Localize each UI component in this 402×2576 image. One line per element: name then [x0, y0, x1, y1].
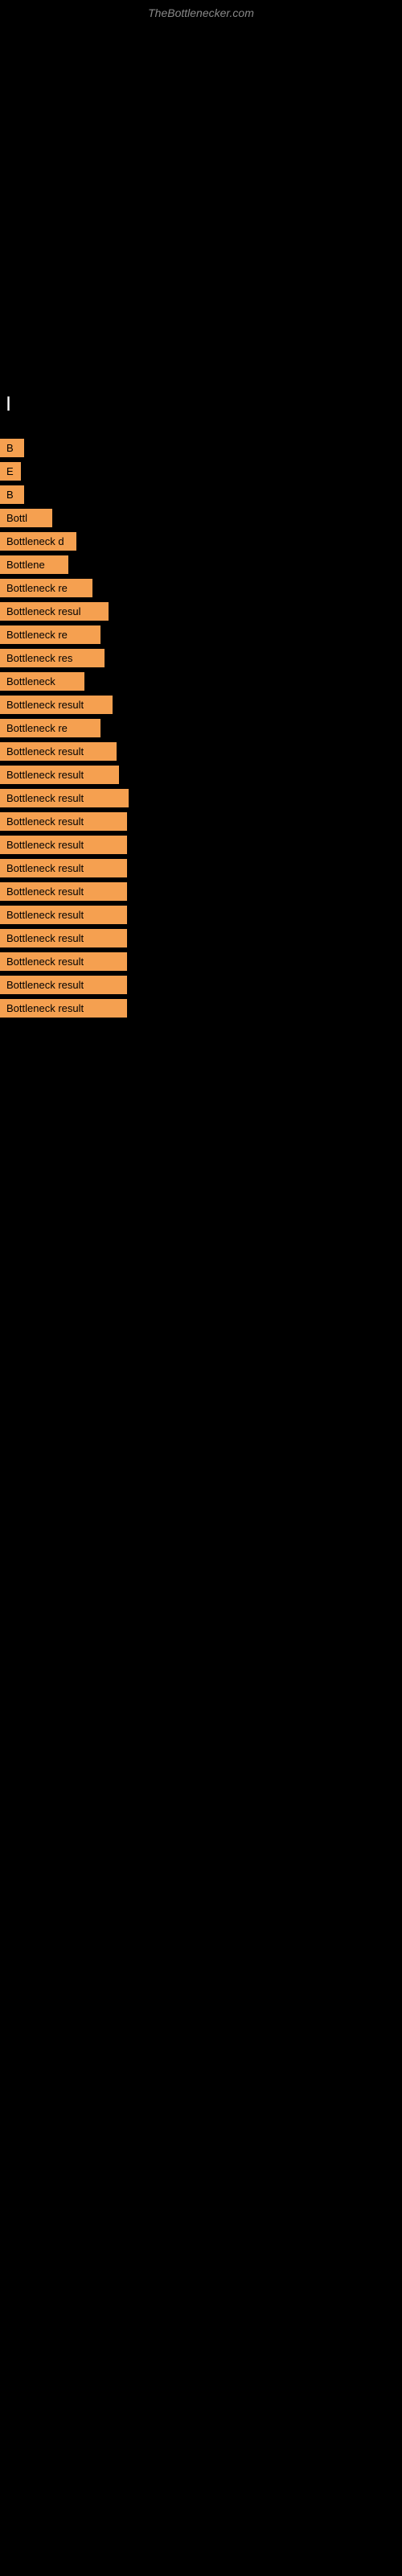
- list-item: Bottlene: [0, 555, 68, 574]
- list-item: Bottleneck d: [0, 532, 76, 551]
- bottleneck-list: BEB Bottl Bottleneck d Bottlene Bottleneck r…: [0, 439, 402, 1022]
- list-item: E: [0, 462, 21, 481]
- list-item: Bottleneck result: [0, 999, 127, 1018]
- list-item: Bottleneck re: [0, 579, 92, 597]
- list-item: Bottleneck result: [0, 789, 129, 807]
- list-item: Bottleneck result: [0, 836, 127, 854]
- list-item: Bottleneck result: [0, 859, 127, 877]
- list-item: Bottleneck result: [0, 952, 127, 971]
- list-item: B: [0, 485, 24, 504]
- list-item: Bottleneck result: [0, 766, 119, 784]
- list-item: Bottleneck result: [0, 906, 127, 924]
- list-item: Bottleneck: [0, 672, 84, 691]
- list-item: Bottleneck result: [0, 976, 127, 994]
- list-item: Bottleneck res: [0, 649, 105, 667]
- list-item: Bottleneck resul: [0, 602, 109, 621]
- list-item: B: [0, 439, 24, 457]
- list-item: Bottleneck re: [0, 719, 100, 737]
- list-item: Bottleneck result: [0, 882, 127, 901]
- list-item: Bottleneck result: [0, 929, 127, 947]
- list-item: Bottl: [0, 509, 52, 527]
- page-indicator: |: [6, 394, 10, 411]
- list-item: Bottleneck result: [0, 696, 113, 714]
- list-item: Bottleneck result: [0, 812, 127, 831]
- list-item: Bottleneck re: [0, 625, 100, 644]
- site-title: TheBottlenecker.com: [0, 6, 402, 19]
- list-item: Bottleneck result: [0, 742, 117, 761]
